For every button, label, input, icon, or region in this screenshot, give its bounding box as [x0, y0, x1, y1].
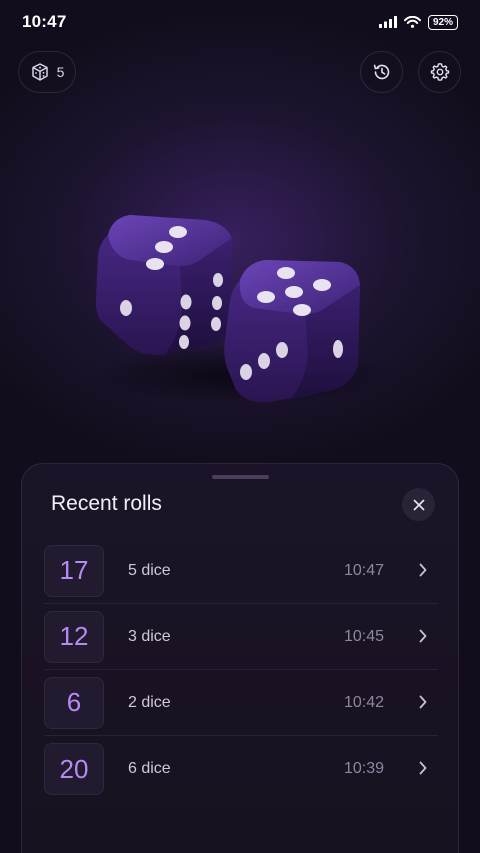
dice-illustration [0, 120, 480, 460]
recent-rolls-panel: Recent rolls 17 5 dice 10:47 12 3 dice 1… [21, 463, 459, 853]
roll-total: 6 [44, 676, 104, 729]
roll-total: 20 [44, 743, 104, 795]
roll-time: 10:45 [344, 627, 385, 645]
panel-drag-handle[interactable] [212, 475, 269, 479]
status-bar: 10:47 92% [0, 0, 480, 44]
dice-scene [90, 215, 390, 405]
roll-total: 12 [44, 610, 104, 663]
roll-time: 10:47 [344, 561, 385, 579]
roll-row[interactable]: 17 5 dice 10:47 [44, 538, 438, 604]
roll-dice-count: 2 dice [128, 693, 171, 711]
roll-list: 17 5 dice 10:47 12 3 dice 10:45 6 2 dice… [44, 538, 438, 802]
gear-icon [430, 63, 449, 81]
chevron-right-icon [419, 629, 427, 643]
roll-time: 10:42 [344, 693, 385, 711]
roll-dice-count: 6 dice [128, 760, 171, 777]
die-left [95, 215, 232, 356]
wifi-icon [403, 16, 421, 28]
roll-dice-count: 5 dice [128, 561, 171, 579]
roll-row[interactable]: 20 6 dice 10:39 [44, 736, 438, 802]
roll-dice-count: 3 dice [128, 627, 171, 645]
dice-count: 5 [56, 64, 65, 80]
battery-indicator: 92% [427, 14, 458, 30]
status-time: 10:47 [22, 12, 67, 31]
die-right [224, 260, 360, 403]
settings-button[interactable] [418, 51, 461, 93]
chevron-right-icon [419, 695, 427, 709]
signal-icon [378, 16, 397, 28]
history-button[interactable] [360, 51, 403, 93]
status-icons: 92% [378, 14, 458, 30]
roll-time: 10:39 [344, 760, 385, 777]
close-button[interactable] [402, 488, 435, 521]
chevron-right-icon [419, 761, 427, 775]
panel-title: Recent rolls [51, 492, 162, 515]
roll-row[interactable]: 6 2 dice 10:42 [44, 670, 438, 736]
roll-total: 17 [44, 544, 104, 597]
close-icon [413, 499, 424, 510]
cube-dice-icon [31, 63, 48, 81]
chevron-right-icon [419, 563, 427, 577]
dice-count-button[interactable]: 5 [18, 51, 76, 93]
roll-row[interactable]: 12 3 dice 10:45 [44, 604, 438, 670]
history-icon [373, 64, 389, 80]
